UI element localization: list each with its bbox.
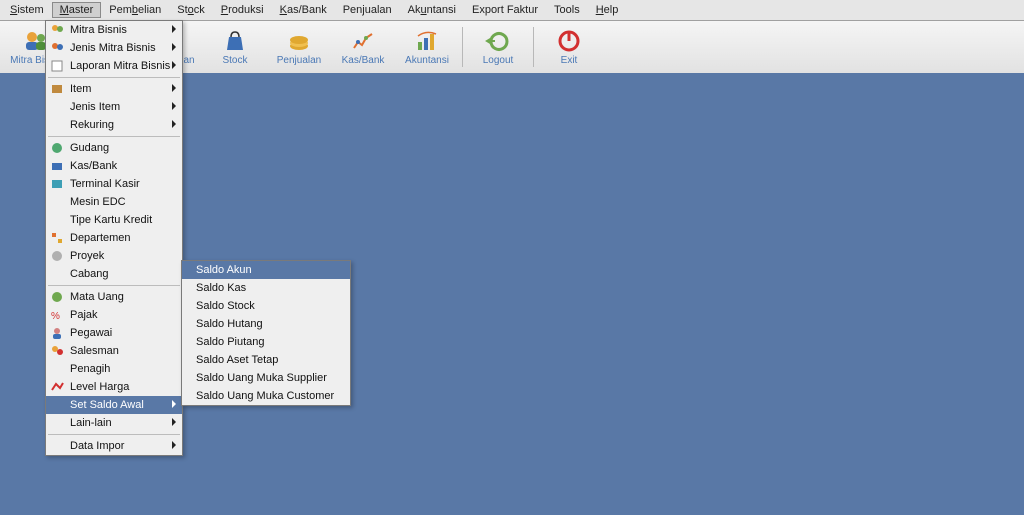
toolbar-stock[interactable]: Stock bbox=[205, 23, 265, 71]
chevron-right-icon bbox=[172, 441, 176, 449]
menuitem-saldoasettetap[interactable]: Saldo Aset Tetap bbox=[182, 351, 350, 369]
percent-icon: % bbox=[48, 306, 66, 324]
toolbar-label: Penjualan bbox=[277, 55, 321, 66]
menu-separator bbox=[48, 285, 180, 286]
bag-icon bbox=[222, 28, 248, 54]
menuitem-laporanmitrabisnis[interactable]: Laporan Mitra Bisnis bbox=[46, 57, 182, 75]
chevron-right-icon bbox=[172, 120, 176, 128]
menuitem-kasbank[interactable]: Kas/Bank bbox=[46, 157, 182, 175]
menuitem-penagih[interactable]: Penagih bbox=[46, 360, 182, 378]
menuitem-item[interactable]: Item bbox=[46, 80, 182, 98]
chevron-right-icon bbox=[172, 25, 176, 33]
menuitem-pajak[interactable]: %Pajak bbox=[46, 306, 182, 324]
menuitem-terminalkasir[interactable]: Terminal Kasir bbox=[46, 175, 182, 193]
menu-separator bbox=[48, 136, 180, 137]
users2-icon bbox=[48, 39, 66, 57]
menu-separator bbox=[48, 77, 180, 78]
proj-icon bbox=[48, 247, 66, 265]
menu-kasbank[interactable]: Kas/Bank bbox=[272, 2, 335, 18]
menuitem-saldokas[interactable]: Saldo Kas bbox=[182, 279, 350, 297]
menu-master[interactable]: Master bbox=[52, 2, 102, 18]
report-icon bbox=[48, 57, 66, 75]
chevron-right-icon bbox=[172, 418, 176, 426]
menuitem-cabang[interactable]: Cabang bbox=[46, 265, 182, 283]
menuitem-lainlain[interactable]: Lain-lain bbox=[46, 414, 182, 432]
menu-tools[interactable]: Tools bbox=[546, 2, 588, 18]
menuitem-tipekartukredit[interactable]: Tipe Kartu Kredit bbox=[46, 211, 182, 229]
menu-produksi[interactable]: Produksi bbox=[213, 2, 272, 18]
toolbar-exit[interactable]: Exit bbox=[539, 23, 599, 71]
chevron-right-icon bbox=[172, 400, 176, 408]
price-icon bbox=[48, 378, 66, 396]
power-icon bbox=[556, 28, 582, 54]
menuitem-mesinedc[interactable]: Mesin EDC bbox=[46, 193, 182, 211]
menuitem-mitrabisnis[interactable]: Mitra Bisnis bbox=[46, 21, 182, 39]
toolbar-penjualan[interactable]: Penjualan bbox=[269, 23, 329, 71]
menuitem-setsaldoawal[interactable]: Set Saldo Awal bbox=[46, 396, 182, 414]
chevron-right-icon bbox=[172, 61, 176, 69]
toolbar-akuntansi[interactable]: Akuntansi bbox=[397, 23, 457, 71]
menuitem-jenisitem[interactable]: Jenis Item bbox=[46, 98, 182, 116]
menu-help[interactable]: Help bbox=[588, 2, 627, 18]
menuitem-matauang[interactable]: Mata Uang bbox=[46, 288, 182, 306]
svg-text:%: % bbox=[51, 311, 60, 322]
menuitem-rekuring[interactable]: Rekuring bbox=[46, 116, 182, 134]
toolbar-label: Exit bbox=[561, 55, 578, 66]
menuitem-dataimpor[interactable]: Data Impor bbox=[46, 437, 182, 455]
toolbar-label: Stock bbox=[222, 55, 247, 66]
menuitem-saldouangmukasupplier[interactable]: Saldo Uang Muka Supplier bbox=[182, 369, 350, 387]
menu-separator bbox=[48, 434, 180, 435]
chevron-right-icon bbox=[172, 84, 176, 92]
menuitem-proyek[interactable]: Proyek bbox=[46, 247, 182, 265]
menuitem-saldohutang[interactable]: Saldo Hutang bbox=[182, 315, 350, 333]
bank-icon bbox=[350, 28, 376, 54]
chart-icon bbox=[414, 28, 440, 54]
menu-sistem[interactable]: Sistem bbox=[2, 2, 52, 18]
toolbar-label: Logout bbox=[483, 55, 514, 66]
dropdown-master: Mitra Bisnis Jenis Mitra Bisnis Laporan … bbox=[45, 20, 183, 456]
toolbar-kasbank[interactable]: Kas/Bank bbox=[333, 23, 393, 71]
menu-penjualan[interactable]: Penjualan bbox=[335, 2, 400, 18]
menu-pembelian[interactable]: Pembelian bbox=[101, 2, 169, 18]
menu-exportfaktur[interactable]: Export Faktur bbox=[464, 2, 546, 18]
money-icon bbox=[286, 28, 312, 54]
box-icon bbox=[48, 80, 66, 98]
toolbar-logout[interactable]: Logout bbox=[468, 23, 528, 71]
menuitem-pegawai[interactable]: Pegawai bbox=[46, 324, 182, 342]
menuitem-saldostock[interactable]: Saldo Stock bbox=[182, 297, 350, 315]
menubar: Sistem Master Pembelian Stock Produksi K… bbox=[0, 0, 1024, 21]
sales-icon bbox=[48, 342, 66, 360]
menuitem-saldoakun[interactable]: Saldo Akun bbox=[182, 261, 350, 279]
menuitem-levelharga[interactable]: Level Harga bbox=[46, 378, 182, 396]
menuitem-saldopiutang[interactable]: Saldo Piutang bbox=[182, 333, 350, 351]
currency-icon bbox=[48, 288, 66, 306]
globe-icon bbox=[48, 139, 66, 157]
logout-icon bbox=[485, 28, 511, 54]
menuitem-salesman[interactable]: Salesman bbox=[46, 342, 182, 360]
menu-akuntansi[interactable]: Akuntansi bbox=[400, 2, 464, 18]
terminal-icon bbox=[48, 175, 66, 193]
dept-icon bbox=[48, 229, 66, 247]
toolbar-separator bbox=[533, 27, 534, 67]
menuitem-departemen[interactable]: Departemen bbox=[46, 229, 182, 247]
person-icon bbox=[48, 324, 66, 342]
toolbar-label: Kas/Bank bbox=[342, 55, 385, 66]
chevron-right-icon bbox=[172, 102, 176, 110]
toolbar-label: Akuntansi bbox=[405, 55, 449, 66]
menuitem-jenismitrabisnis[interactable]: Jenis Mitra Bisnis bbox=[46, 39, 182, 57]
users-icon bbox=[48, 21, 66, 39]
bank-icon bbox=[48, 157, 66, 175]
menuitem-saldouangmukacustomer[interactable]: Saldo Uang Muka Customer bbox=[182, 387, 350, 405]
menuitem-gudang[interactable]: Gudang bbox=[46, 139, 182, 157]
toolbar-separator bbox=[462, 27, 463, 67]
dropdown-setsaldoawal: Saldo Akun Saldo Kas Saldo Stock Saldo H… bbox=[181, 260, 351, 406]
chevron-right-icon bbox=[172, 43, 176, 51]
menu-stock[interactable]: Stock bbox=[169, 2, 213, 18]
